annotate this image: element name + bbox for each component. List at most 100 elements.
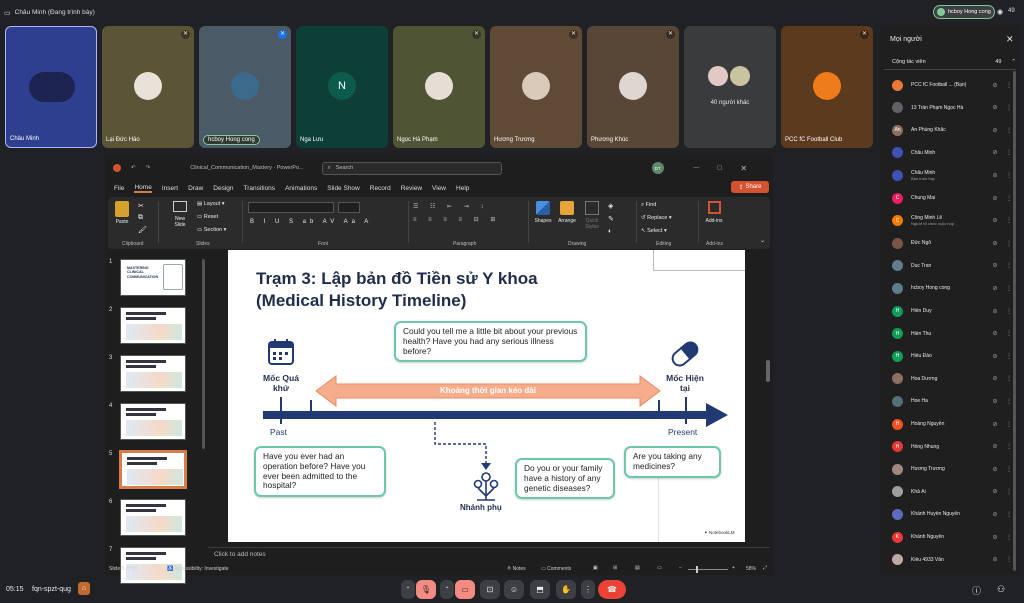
- ribbon-tab-view[interactable]: View: [432, 185, 446, 192]
- scrollbar[interactable]: [1013, 71, 1016, 571]
- mic-off-icon[interactable]: ⊘: [988, 398, 1002, 405]
- participant-tile[interactable]: N Nga Lưu: [296, 26, 388, 148]
- participant-row[interactable]: Hương Trương ⊘ ⋮: [892, 458, 1016, 480]
- mic-off-icon[interactable]: ⊘: [988, 149, 1002, 156]
- minimize-icon[interactable]: —: [694, 165, 700, 171]
- layout-button[interactable]: ▤ Layout ▾: [197, 201, 225, 207]
- participant-row[interactable]: Kiều 4933 Văn ⊘ ⋮: [892, 549, 1016, 571]
- mic-off-icon[interactable]: ⊘: [988, 466, 1002, 473]
- ribbon-tab-record[interactable]: Record: [370, 185, 391, 192]
- participant-row[interactable]: Khả Ái ⊘ ⋮: [892, 481, 1016, 503]
- mic-off-icon[interactable]: ⊘: [988, 127, 1002, 134]
- redo-icon[interactable]: ↷: [146, 165, 151, 171]
- participant-row[interactable]: Đức Ngô ⊘ ⋮: [892, 232, 1016, 254]
- normal-view-icon[interactable]: ▣: [593, 565, 598, 571]
- mic-off-icon[interactable]: ⊘: [988, 240, 1002, 247]
- comments-button[interactable]: ▭ Comments: [541, 566, 571, 572]
- ribbon-tab-slide-show[interactable]: Slide Show: [327, 185, 360, 192]
- slide-thumbnail[interactable]: [120, 499, 186, 536]
- mic-off-icon[interactable]: ⊘: [988, 217, 1002, 224]
- participant-tile[interactable]: ✕ Ngọc Hà Phạm: [393, 26, 485, 148]
- ribbon-tab-home[interactable]: Home: [134, 184, 152, 193]
- find-button[interactable]: ⌕ Find: [641, 202, 656, 209]
- raise-hand-button[interactable]: ✋: [556, 580, 576, 599]
- slide-thumbnail[interactable]: [120, 307, 186, 344]
- cut-icon[interactable]: ✂: [138, 202, 144, 210]
- info-icon[interactable]: ⓘ: [972, 584, 981, 597]
- participant-row[interactable]: PCC fC Football ... (Bạn) ⊘ ⋮: [892, 74, 1016, 96]
- mic-off-icon[interactable]: ⊘: [988, 195, 1002, 202]
- leave-call-button[interactable]: ☎: [598, 580, 626, 599]
- reset-button[interactable]: ▭ Reset: [197, 214, 218, 220]
- undo-icon[interactable]: ↶: [131, 165, 136, 171]
- ribbon-tab-help[interactable]: Help: [456, 185, 469, 192]
- zoom-thumb[interactable]: [696, 566, 698, 573]
- close-icon[interactable]: ✕: [1006, 34, 1014, 45]
- outline-icon[interactable]: ✎: [608, 215, 614, 223]
- mic-off-icon[interactable]: ⊘: [988, 330, 1002, 337]
- font-buttons[interactable]: B I U S ab AV Aa A: [250, 219, 372, 225]
- participant-tile[interactable]: ✕ Hương Trương: [490, 26, 582, 148]
- mic-off-icon[interactable]: ⊘: [988, 511, 1002, 518]
- close-window-icon[interactable]: ✕: [740, 164, 747, 173]
- slideshow-icon[interactable]: ▭: [657, 565, 662, 571]
- participant-row[interactable]: Hoe Ha ⊘ ⋮: [892, 390, 1016, 412]
- participant-row[interactable]: C Công Minh Lê Người tổ chức cuộc họp ⊘ ⋮: [892, 210, 1016, 232]
- mic-off-icon[interactable]: ⊘: [988, 443, 1002, 450]
- participant-row[interactable]: C Chung Mai ⊘ ⋮: [892, 187, 1016, 209]
- ribbon-tab-transitions[interactable]: Transitions: [244, 185, 276, 192]
- mic-off-icon[interactable]: ⊘: [988, 353, 1002, 360]
- self-pill[interactable]: hcboy Hong cong: [933, 5, 995, 19]
- participant-row[interactable]: Châu Minh ⊘ ⋮: [892, 142, 1016, 164]
- fill-icon[interactable]: ◈: [608, 202, 613, 210]
- mic-off-icon[interactable]: ⊘: [988, 285, 1002, 292]
- sorter-view-icon[interactable]: ⊞: [613, 565, 617, 571]
- paragraph-buttons[interactable]: ☰ ☷ ⇤ ⇥ ↕ ≡ ≡ ≡ ≡ ⊟ ⊞: [413, 203, 500, 223]
- user-avatar[interactable]: DT: [651, 162, 664, 174]
- mic-off-button[interactable]: 🎙: [416, 580, 436, 599]
- ribbon-tab-draw[interactable]: Draw: [188, 185, 203, 192]
- format-painter-icon[interactable]: 🖌: [138, 226, 147, 234]
- mic-off-icon[interactable]: ⊘: [988, 172, 1002, 179]
- slide-scrollbar[interactable]: [766, 360, 770, 382]
- new-slide-button[interactable]: New Slide: [170, 201, 190, 228]
- mic-off-icon[interactable]: ⊘: [988, 262, 1002, 269]
- font-name-box[interactable]: [248, 202, 334, 213]
- ribbon-tab-review[interactable]: Review: [401, 185, 422, 192]
- slide-thumbnail[interactable]: [120, 355, 186, 392]
- camera-off-button[interactable]: ▭: [455, 580, 475, 599]
- notes-button[interactable]: ≙ Notes: [507, 566, 526, 572]
- maximize-icon[interactable]: ▢: [717, 165, 722, 171]
- audio-options-button[interactable]: ⌃: [401, 580, 415, 599]
- participant-row[interactable]: Hoa Dương ⊘ ⋮: [892, 368, 1016, 390]
- replace-button[interactable]: ↺ Replace ▾: [641, 215, 672, 221]
- participant-row[interactable]: Khánh Huyền Nguyễn ⊘ ⋮: [892, 503, 1016, 525]
- zoom-slider[interactable]: [688, 569, 728, 570]
- zoom-in-icon[interactable]: +: [732, 565, 735, 571]
- section-button[interactable]: ▭ Section ▾: [197, 227, 226, 233]
- participant-row[interactable]: H Hiền Thu ⊘ ⋮: [892, 323, 1016, 345]
- share-button[interactable]: ⇪ Share: [731, 181, 769, 193]
- arrange-button[interactable]: Arrange: [556, 201, 578, 224]
- fit-slide-icon[interactable]: ⤢: [763, 565, 767, 571]
- reading-view-icon[interactable]: ▤: [635, 565, 640, 571]
- slide-thumbnail[interactable]: MASTERING CLINICAL COMMUNICATION: [120, 259, 186, 296]
- paste-button[interactable]: Paste: [113, 201, 131, 225]
- zoom-out-icon[interactable]: −: [679, 565, 682, 571]
- ribbon-tab-insert[interactable]: Insert: [162, 185, 178, 192]
- quick-styles-button[interactable]: Quick Styles: [581, 201, 603, 230]
- mic-off-icon[interactable]: ⊘: [988, 421, 1002, 428]
- mic-off-icon[interactable]: ⊘: [988, 488, 1002, 495]
- participant-tile[interactable]: ✕ PCC fC Football Club: [781, 26, 873, 148]
- chevron-down-icon[interactable]: ⌄: [760, 237, 765, 244]
- present-button[interactable]: ⬒: [530, 580, 550, 599]
- mic-off-icon[interactable]: ⊘: [988, 534, 1002, 541]
- people-section-header[interactable]: Cộng tác viên 49 ⌃: [884, 54, 1016, 70]
- participant-tile[interactable]: ✕ Lại Đức Hảo: [102, 26, 194, 148]
- participant-row[interactable]: Châu Minh Bản trình bày ⊘ ⋮: [892, 164, 1016, 186]
- participant-tile[interactable]: Châu Minh: [5, 26, 97, 148]
- shapes-button[interactable]: Shapes: [532, 201, 554, 224]
- ribbon-tab-design[interactable]: Design: [213, 185, 233, 192]
- font-size-box[interactable]: [338, 202, 360, 213]
- participant-row[interactable]: H Hồng Nhung ⊘ ⋮: [892, 436, 1016, 458]
